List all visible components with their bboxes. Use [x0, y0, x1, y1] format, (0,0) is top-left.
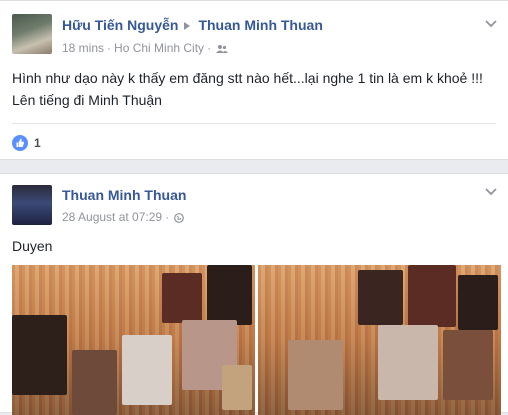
- chevron-down-icon[interactable]: [484, 187, 498, 197]
- friends-audience-icon[interactable]: [216, 44, 229, 54]
- arrow-right-icon: [184, 21, 191, 30]
- post-body: Hình như dạo này k thấy em đăng stt nào …: [12, 67, 496, 111]
- feed-post: Hữu Tiến Nguyễn Thuan Minh Thuan 18 mins ·…: [0, 0, 508, 160]
- target-name-link[interactable]: Thuan Minh Thuan: [198, 17, 322, 33]
- photo-detail: [222, 365, 252, 410]
- reactions-bar: 1: [12, 123, 496, 162]
- photo-detail: [408, 265, 456, 327]
- post-text-line: Lên tiếng đi Minh Thuận: [12, 92, 162, 108]
- feed-post: Thuan Minh Thuan 28 August at 07:29 · Duy…: [0, 173, 508, 415]
- photo-detail: [162, 273, 202, 323]
- separator-dot: ·: [207, 41, 212, 55]
- globe-audience-icon[interactable]: [174, 213, 184, 223]
- post-body: Duyen: [12, 235, 496, 257]
- post-header: Hữu Tiến Nguyễn Thuan Minh Thuan: [62, 17, 323, 33]
- post-timestamp[interactable]: 28 August at 07:29: [62, 210, 162, 224]
- photo-detail: [358, 270, 403, 325]
- like-count[interactable]: 1: [34, 136, 41, 150]
- post-meta: 18 mins · Ho Chi Minh City ·: [62, 41, 229, 55]
- post-photo[interactable]: [258, 265, 501, 415]
- photo-detail: [207, 265, 252, 325]
- author-avatar[interactable]: [12, 185, 52, 225]
- photo-detail: [378, 325, 438, 400]
- author-name-link[interactable]: Hữu Tiến Nguyễn: [62, 17, 178, 33]
- photo-detail: [288, 340, 343, 410]
- photo-detail: [443, 330, 493, 400]
- like-reaction-icon[interactable]: [12, 135, 28, 151]
- photo-detail: [122, 335, 172, 405]
- post-header: Thuan Minh Thuan: [62, 187, 186, 203]
- separator-dot: ·: [165, 210, 170, 224]
- separator-dot: ·: [107, 41, 112, 55]
- photo-detail: [12, 315, 67, 395]
- post-text-line: Hình như dạo này k thấy em đăng stt nào …: [12, 70, 483, 86]
- post-photo[interactable]: [12, 265, 255, 415]
- chevron-down-icon[interactable]: [484, 19, 498, 29]
- author-name-link[interactable]: Thuan Minh Thuan: [62, 187, 186, 203]
- post-meta: 28 August at 07:29 ·: [62, 210, 184, 224]
- photo-detail: [72, 350, 117, 415]
- post-text-line: Duyen: [12, 238, 53, 254]
- author-avatar[interactable]: [12, 14, 52, 54]
- photo-detail: [458, 275, 498, 330]
- post-timestamp[interactable]: 18 mins: [62, 41, 104, 55]
- post-location[interactable]: Ho Chi Minh City: [114, 41, 204, 55]
